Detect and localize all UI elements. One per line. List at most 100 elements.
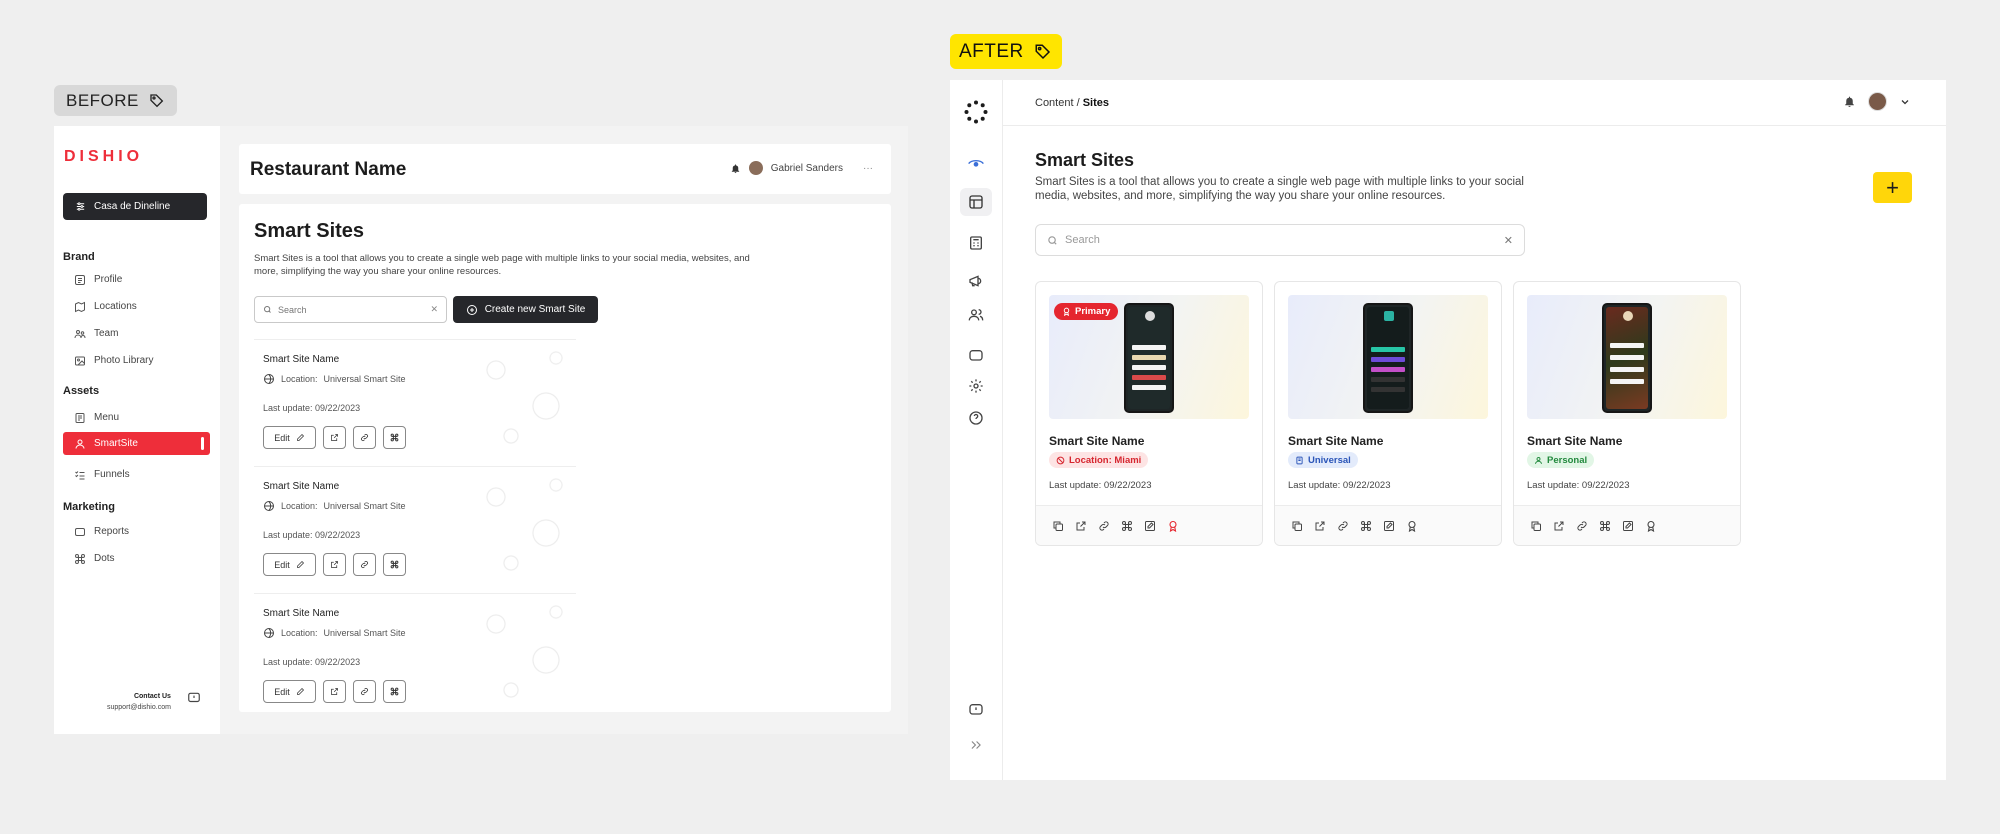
clear-icon[interactable]: ✕	[1504, 234, 1513, 247]
card-actions	[1514, 505, 1740, 545]
sidebar-item-label: Dots	[94, 553, 115, 564]
copy-icon[interactable]	[1529, 519, 1543, 533]
dots-button[interactable]	[383, 553, 406, 576]
restaurant-selector-label: Casa de Dineline	[94, 201, 171, 212]
copy-link-button[interactable]	[353, 426, 376, 449]
command-icon[interactable]	[1120, 519, 1134, 533]
clear-icon[interactable]: ✕	[430, 304, 438, 315]
section-assets: Assets	[63, 385, 100, 397]
sidebar-item-locations[interactable]: Locations	[63, 295, 210, 318]
search-input[interactable]: Search ✕	[254, 296, 447, 323]
badge-label: Location: Miami	[1069, 454, 1142, 466]
link-icon[interactable]	[1097, 519, 1111, 533]
tag-icon	[149, 93, 165, 109]
copy-link-button[interactable]	[353, 553, 376, 576]
card-actions	[1275, 505, 1501, 545]
chat-icon[interactable]	[966, 346, 986, 366]
award-icon[interactable]	[1405, 519, 1419, 533]
after-label: AFTER	[950, 34, 1062, 69]
expand-icon[interactable]	[966, 735, 986, 755]
external-link-icon[interactable]	[1552, 519, 1566, 533]
bell-icon[interactable]	[730, 163, 741, 174]
external-link-icon[interactable]	[1313, 519, 1327, 533]
sidebar-item-team[interactable]: Team	[63, 322, 210, 345]
edit-button[interactable]: Edit	[263, 680, 316, 703]
sidebar-item-profile[interactable]: Profile	[63, 268, 210, 291]
location-value: Universal Smart Site	[323, 374, 406, 384]
copy-link-button[interactable]	[353, 680, 376, 703]
restaurant-selector[interactable]: Casa de Dineline	[63, 193, 207, 220]
edit-icon[interactable]	[1382, 519, 1396, 533]
dots-button[interactable]	[383, 680, 406, 703]
external-link-button[interactable]	[323, 553, 346, 576]
breadcrumb-parent[interactable]: Content /	[1035, 97, 1083, 109]
user-menu[interactable]: Gabriel Sanders ···	[730, 161, 873, 175]
feedback-icon[interactable]	[966, 700, 986, 720]
before-label-text: BEFORE	[66, 90, 139, 110]
smart-site-card[interactable]: Smart Site Name Location: Universal Smart…	[254, 593, 576, 712]
add-smart-site-button[interactable]: +	[1873, 172, 1912, 203]
search-input[interactable]: Search ✕	[1035, 224, 1525, 256]
user-menu[interactable]	[1843, 92, 1911, 111]
sites-icon	[968, 194, 984, 210]
app-logo-icon[interactable]	[964, 100, 988, 124]
sidebar-item-smartsite[interactable]: SmartSite	[63, 432, 210, 455]
link-icon[interactable]	[1336, 519, 1350, 533]
eye-icon[interactable]	[966, 153, 986, 173]
link-icon[interactable]	[1575, 519, 1589, 533]
command-icon[interactable]	[1359, 519, 1373, 533]
sidebar: DISHIO Casa de Dineline Brand Profile Lo…	[54, 126, 220, 734]
location-value: Universal Smart Site	[323, 628, 406, 638]
gear-icon[interactable]	[966, 376, 986, 396]
edit-button[interactable]: Edit	[263, 553, 316, 576]
calculator-icon[interactable]	[966, 233, 986, 253]
smart-site-card[interactable]: Smart Site Name Location: Universal Smart…	[254, 466, 576, 586]
more-icon[interactable]: ···	[863, 163, 873, 174]
users-icon[interactable]	[966, 305, 986, 325]
location-label: Location:	[281, 501, 318, 511]
edit-label: Edit	[274, 686, 290, 697]
megaphone-icon[interactable]	[966, 271, 986, 291]
card-updated: Last update: 09/22/2023	[263, 403, 361, 413]
sidebar-item-menu[interactable]: Menu	[63, 406, 210, 429]
location-value: Universal Smart Site	[323, 501, 406, 511]
smart-site-card[interactable]: Smart Site Name Location: Universal Smart…	[254, 339, 576, 459]
help-icon[interactable]	[966, 408, 986, 428]
team-icon	[74, 328, 86, 340]
award-icon[interactable]	[1166, 519, 1180, 533]
external-link-icon	[330, 687, 339, 696]
page-title: Smart Sites	[1035, 150, 1135, 170]
sidebar-item-dots[interactable]: Dots	[63, 547, 210, 570]
dots-button[interactable]	[383, 426, 406, 449]
edit-icon[interactable]	[1143, 519, 1157, 533]
chevron-down-icon[interactable]	[1899, 96, 1911, 108]
create-smart-site-button[interactable]: Create new Smart Site	[453, 296, 598, 323]
icon-rail	[950, 80, 1003, 780]
chat-icon[interactable]	[187, 691, 201, 705]
sidebar-item-photo-library[interactable]: Photo Library	[63, 349, 210, 372]
copy-icon[interactable]	[1290, 519, 1304, 533]
bell-icon[interactable]	[1843, 95, 1856, 108]
photo-icon	[74, 355, 86, 367]
sidebar-item-label: SmartSite	[94, 438, 138, 449]
edit-button[interactable]: Edit	[263, 426, 316, 449]
contact-email: support@dishio.com	[107, 704, 171, 711]
smart-site-card[interactable]: Primary Smart Site Name Location: Miami …	[1035, 281, 1263, 546]
edit-icon[interactable]	[1621, 519, 1635, 533]
tag-icon	[1034, 43, 1052, 61]
external-link-icon[interactable]	[1074, 519, 1088, 533]
contact-block[interactable]: Contact Us support@dishio.com	[107, 691, 171, 713]
sidebar-item-funnels[interactable]: Funnels	[63, 463, 210, 486]
nav-sites[interactable]	[960, 188, 992, 216]
sidebar-item-reports[interactable]: Reports	[63, 520, 210, 543]
award-icon[interactable]	[1644, 519, 1658, 533]
smart-site-card[interactable]: Smart Site Name Universal Last update: 0…	[1274, 281, 1502, 546]
restaurant-name: Restaurant Name	[250, 159, 407, 180]
universal-badge: Universal	[1288, 452, 1358, 468]
external-link-button[interactable]	[323, 426, 346, 449]
command-icon[interactable]	[1598, 519, 1612, 533]
external-link-button[interactable]	[323, 680, 346, 703]
copy-icon[interactable]	[1051, 519, 1065, 533]
avatar[interactable]	[1868, 92, 1887, 111]
smart-site-card[interactable]: Smart Site Name Personal Last update: 09…	[1513, 281, 1741, 546]
